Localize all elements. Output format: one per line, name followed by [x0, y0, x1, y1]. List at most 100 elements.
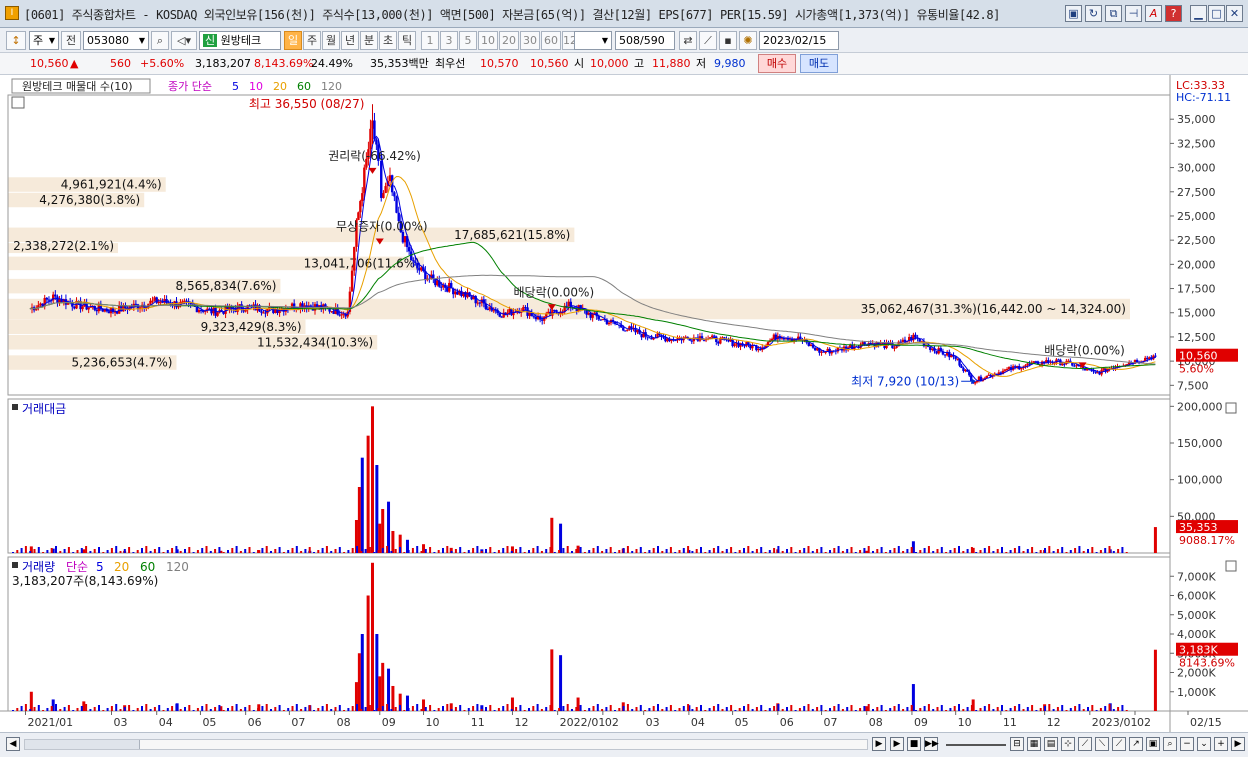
volume-bar — [1048, 704, 1051, 711]
amount-bar — [235, 546, 238, 553]
scroll-right-icon[interactable]: ▶ — [872, 737, 886, 751]
volume-bar — [158, 705, 161, 711]
volume-bar — [695, 707, 698, 711]
chevron-down-icon[interactable]: ⌄ — [1197, 737, 1211, 751]
period-tab-4[interactable]: 년 — [341, 31, 359, 50]
period-tab-6[interactable]: 초 — [379, 31, 397, 50]
pin-icon[interactable]: ⊣ — [1125, 5, 1142, 22]
amount-bar — [1052, 551, 1055, 553]
volume-bar — [743, 706, 745, 711]
tool-icon[interactable]: ⇄ — [679, 31, 697, 50]
arrow-icon[interactable]: ↗ — [1129, 737, 1143, 751]
save-icon[interactable]: ▪ — [719, 31, 737, 50]
candle-body — [636, 329, 639, 333]
volume-bar — [897, 704, 900, 711]
maximize-icon[interactable]: □ — [1208, 5, 1225, 22]
volume-bar — [725, 707, 728, 711]
amount-bar — [811, 551, 814, 553]
market-select[interactable]: 주 ▼ — [29, 31, 59, 50]
interval-btn-5[interactable]: 5 — [459, 31, 477, 50]
close-icon[interactable]: ✕ — [1226, 5, 1243, 22]
help-icon[interactable]: ? — [1165, 5, 1182, 22]
volume-bar — [37, 705, 40, 711]
ma-legend-60: 60 — [297, 80, 311, 93]
high-price: 11,880 — [652, 57, 691, 70]
candle-body — [111, 308, 115, 313]
candle-body — [770, 338, 774, 341]
drawing-icon[interactable]: ⟋ — [1078, 737, 1092, 751]
fibonacci-icon[interactable]: ⟋ — [1112, 737, 1126, 751]
interval-btn-1[interactable]: 1 — [421, 31, 439, 50]
period-tab-5[interactable]: 분 — [360, 31, 378, 50]
minimize-icon[interactable]: ▁ — [1190, 5, 1207, 22]
chart-area[interactable]: 4,961,921(4.4%)4,276,380(3.8%) 17,685,621… — [0, 75, 1248, 732]
amount-bar — [1056, 549, 1059, 553]
amount-pane-close-icon — [1225, 402, 1237, 414]
period-tab-7[interactable]: 틱 — [398, 31, 416, 50]
period-tab-2[interactable]: 주 — [303, 31, 321, 50]
candle-body — [274, 309, 277, 313]
amount-bar — [98, 547, 100, 553]
volume-y-tick-label: 5,000K — [1177, 609, 1216, 622]
period-tab-3[interactable]: 월 — [322, 31, 340, 50]
sell-button[interactable]: 매도 — [800, 54, 838, 73]
interval-btn-20[interactable]: 20 — [499, 31, 519, 50]
volume-profile-label: 17,685,621(15.8%) — [454, 228, 570, 242]
scroll-end-icon[interactable]: ▶ — [1231, 737, 1245, 751]
volume-bar — [661, 709, 664, 711]
layout-icon[interactable]: ▦ — [1027, 737, 1041, 751]
zoom-slider[interactable] — [946, 744, 1006, 746]
fast-forward-icon[interactable]: ▶▶ — [924, 737, 939, 751]
amount-bar — [287, 550, 290, 553]
scroll-track[interactable] — [24, 739, 868, 750]
interval-btn-30[interactable]: 30 — [520, 31, 540, 50]
sound-icon[interactable]: ◁▾ — [171, 31, 197, 50]
period-tab-1[interactable]: 일 — [284, 31, 302, 50]
candle-body — [353, 246, 356, 271]
count-field[interactable]: 508/590 — [615, 31, 675, 50]
x-tick-label: 11 — [471, 716, 485, 729]
amount-bar — [884, 552, 887, 553]
volume-bar — [751, 709, 754, 711]
crosshair-icon[interactable]: ⊹ — [1061, 737, 1075, 751]
scroll-left-icon[interactable]: ◀ — [6, 737, 20, 751]
stop-icon[interactable]: ■ — [907, 737, 921, 751]
volume-bar — [1065, 710, 1068, 711]
interval-input[interactable]: ▼ — [574, 31, 612, 50]
volume-bar — [1044, 706, 1046, 711]
zoom-in-icon[interactable]: ⌕ — [1163, 737, 1177, 751]
amount-bar — [347, 550, 350, 553]
search-icon[interactable]: ⌕ — [151, 31, 169, 50]
amount-bar — [366, 435, 370, 553]
scroll-thumb[interactable] — [25, 740, 140, 749]
capture-icon[interactable]: ▣ — [1146, 737, 1160, 751]
indicator-icon[interactable]: ⟋ — [699, 31, 717, 50]
amount-bar — [357, 487, 361, 553]
settings-icon[interactable]: ✺ — [739, 31, 757, 50]
candle-body — [1154, 355, 1157, 357]
y-tick-label: 12,500 — [1177, 331, 1216, 344]
stock-icon[interactable]: ↕ — [6, 31, 26, 50]
interval-btn-3[interactable]: 3 — [440, 31, 458, 50]
buy-button[interactable]: 매수 — [758, 54, 796, 73]
prev-button[interactable]: 전 — [61, 31, 81, 50]
stock-code-input[interactable]: 053080 ▼ — [83, 31, 149, 50]
link-icon[interactable]: ⧉ — [1105, 5, 1122, 22]
date-input[interactable]: 2023/02/15▦ — [759, 31, 839, 64]
trendline-icon[interactable]: ⟍ — [1095, 737, 1109, 751]
interval-btn-10[interactable]: 10 — [478, 31, 498, 50]
amount-bar — [1091, 547, 1094, 553]
play-icon[interactable]: ▶ — [890, 737, 904, 751]
font-icon[interactable]: A — [1145, 5, 1162, 22]
volume-bar — [407, 708, 410, 711]
zoom-out-icon[interactable]: ⊟ — [1010, 737, 1024, 751]
interval-btn-60[interactable]: 60 — [541, 31, 561, 50]
plus-icon[interactable]: + — [1214, 737, 1228, 751]
refresh-icon[interactable]: ↻ — [1085, 5, 1102, 22]
volume-bar — [1091, 705, 1094, 711]
stock-name-field[interactable]: 신 원방테크 — [199, 31, 281, 50]
layout-2-icon[interactable]: ▤ — [1044, 737, 1058, 751]
volume-bar — [837, 704, 840, 711]
minus-icon[interactable]: − — [1180, 737, 1194, 751]
window-icon[interactable]: ▣ — [1065, 5, 1082, 22]
